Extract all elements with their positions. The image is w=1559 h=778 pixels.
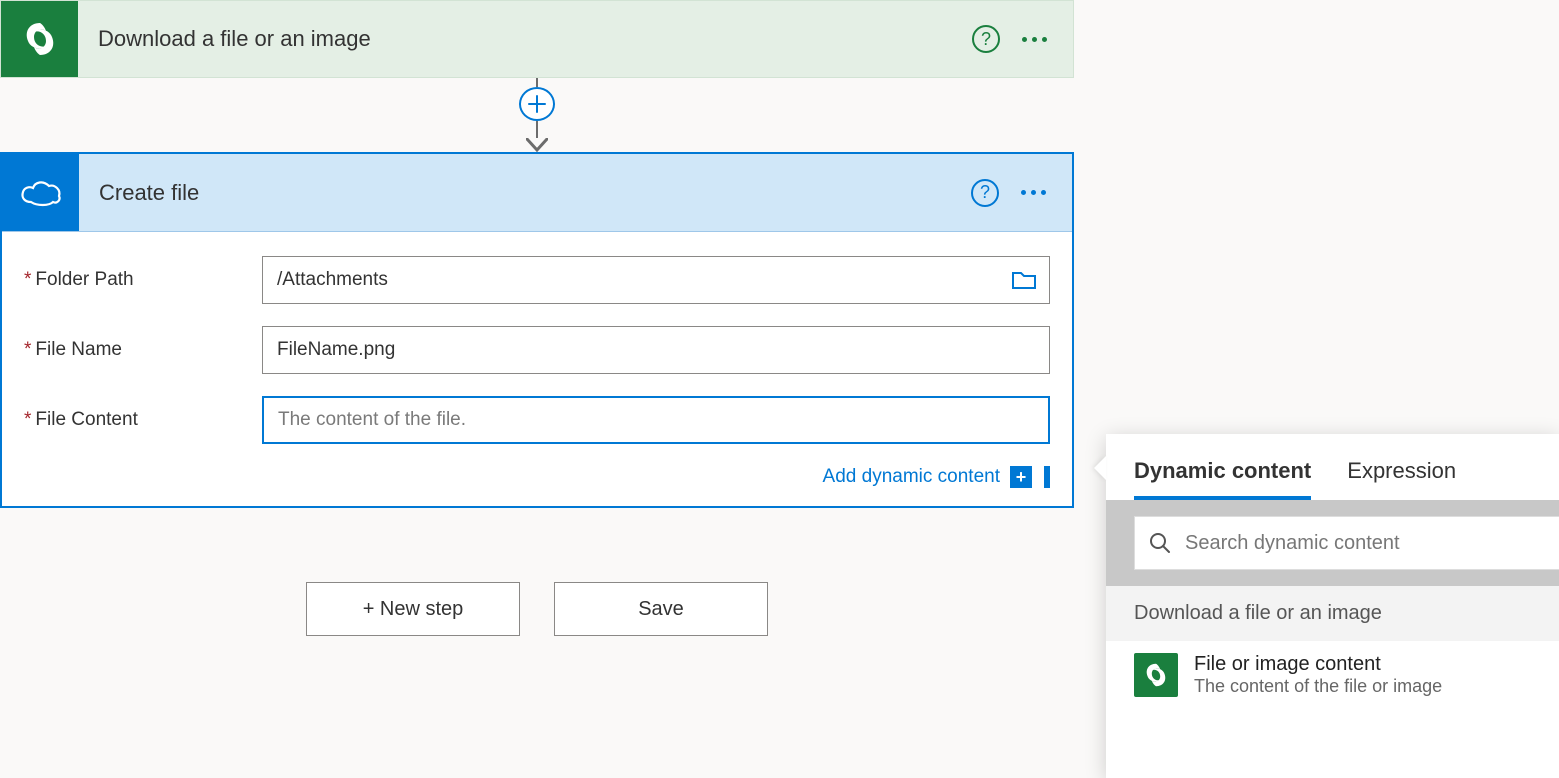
folder-path-label: *Folder Path xyxy=(24,269,262,291)
file-name-row: *File Name xyxy=(24,326,1050,374)
form-body: *Folder Path *File Name xyxy=(2,232,1072,506)
dynamic-group-header: Download a file or an image xyxy=(1106,586,1559,641)
dynamic-item-text: File or image content The content of the… xyxy=(1194,653,1442,697)
label-text: File Content xyxy=(35,409,137,431)
tab-dynamic-content[interactable]: Dynamic content xyxy=(1134,458,1311,500)
connector-line xyxy=(536,121,538,138)
label-text: Folder Path xyxy=(35,269,133,291)
file-name-input-wrap xyxy=(262,326,1050,374)
step-header[interactable]: Create file ? xyxy=(2,154,1072,232)
file-name-input[interactable] xyxy=(262,326,1050,374)
search-icon xyxy=(1135,532,1185,554)
callout-arrow-icon xyxy=(1094,456,1106,480)
file-content-row: *File Content xyxy=(24,396,1050,444)
dataverse-icon xyxy=(1134,653,1178,697)
add-dynamic-content-link[interactable]: Add dynamic content xyxy=(823,466,1000,488)
dynamic-item-desc: The content of the file or image xyxy=(1194,676,1442,697)
connector-line xyxy=(536,78,538,87)
tab-expression[interactable]: Expression xyxy=(1347,458,1456,500)
add-step-button[interactable] xyxy=(519,87,555,121)
more-menu-icon[interactable] xyxy=(1022,37,1047,42)
folder-icon xyxy=(1011,269,1037,291)
new-step-button[interactable]: + New step xyxy=(306,582,520,636)
flow-container: Download a file or an image ? Create fil… xyxy=(0,0,1074,636)
file-content-input-wrap xyxy=(262,396,1050,444)
dynamic-tabs: Dynamic content Expression xyxy=(1106,434,1559,500)
more-menu-icon[interactable] xyxy=(1021,190,1046,195)
help-icon[interactable]: ? xyxy=(972,25,1000,53)
file-content-input[interactable] xyxy=(262,396,1050,444)
dynamic-item-file-content[interactable]: File or image content The content of the… xyxy=(1106,641,1559,709)
file-name-label: *File Name xyxy=(24,339,262,361)
folder-path-input-wrap xyxy=(262,256,1050,304)
add-dynamic-row: Add dynamic content + xyxy=(24,466,1050,488)
step-actions: ? xyxy=(972,25,1073,53)
step-actions: ? xyxy=(971,179,1072,207)
swirl-icon xyxy=(1142,661,1170,689)
browse-folder-button[interactable] xyxy=(1008,264,1040,296)
help-icon[interactable]: ? xyxy=(971,179,999,207)
file-content-label: *File Content xyxy=(24,409,262,431)
dynamic-search xyxy=(1134,516,1559,570)
footer-buttons: + New step Save xyxy=(0,582,1074,636)
dynamic-search-wrap xyxy=(1106,500,1559,586)
cloud-icon xyxy=(19,178,63,208)
step-download-file[interactable]: Download a file or an image ? xyxy=(0,0,1074,78)
label-text: File Name xyxy=(35,339,122,361)
arrow-down-icon xyxy=(526,138,548,152)
swirl-icon xyxy=(20,19,60,59)
folder-path-input[interactable] xyxy=(262,256,1050,304)
dataverse-icon xyxy=(1,1,78,77)
collapse-handle-icon[interactable] xyxy=(1044,466,1050,488)
save-button[interactable]: Save xyxy=(554,582,768,636)
dynamic-search-input[interactable] xyxy=(1185,532,1559,555)
connector xyxy=(0,78,1074,152)
step-title: Create file xyxy=(79,180,971,206)
dynamic-item-title: File or image content xyxy=(1194,653,1442,676)
step-create-file: Create file ? *Folder Path xyxy=(0,152,1074,508)
add-dynamic-expand-button[interactable]: + xyxy=(1010,466,1032,488)
dynamic-content-panel: Dynamic content Expression Download a fi… xyxy=(1106,434,1559,778)
folder-path-row: *Folder Path xyxy=(24,256,1050,304)
step-title: Download a file or an image xyxy=(78,26,972,52)
plus-icon xyxy=(528,95,546,113)
onedrive-icon xyxy=(2,154,79,231)
